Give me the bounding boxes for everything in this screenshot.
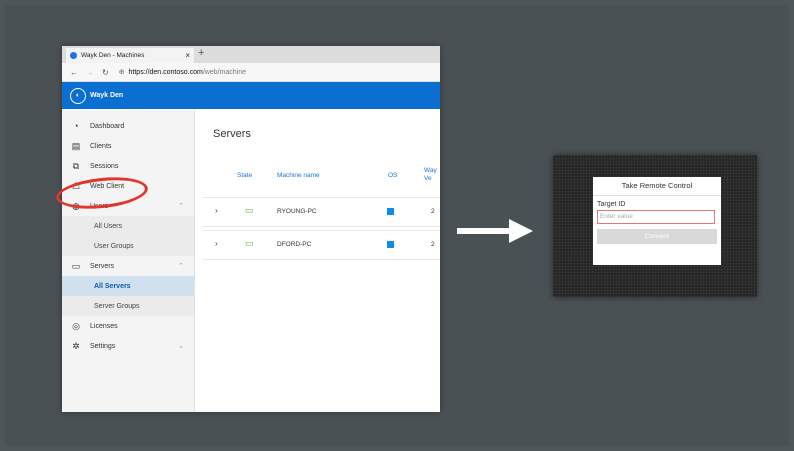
dashboard-icon: ◔ (73, 121, 79, 131)
expand-icon[interactable]: › (215, 239, 218, 248)
target-id-label: Target ID (597, 201, 626, 208)
wayk-logo-icon: ◐ (70, 87, 86, 104)
windows-icon (387, 208, 394, 215)
table-header: State Machine name OS Way Ve (195, 166, 440, 186)
tab-bar: Wayk Den - Machines × + (62, 46, 440, 63)
gear-icon: ✲ (72, 340, 80, 351)
dialog-title: Take Remote Control (593, 177, 721, 196)
url-path: /web/machine (202, 69, 247, 76)
expand-icon[interactable]: › (215, 206, 218, 215)
target-id-input[interactable]: Enter value (597, 210, 715, 224)
sidebar-item-user-groups[interactable]: User Groups (62, 236, 194, 256)
sidebar-item-licenses[interactable]: ◎ Licenses (62, 316, 194, 336)
column-header-state[interactable]: State (237, 172, 252, 179)
windows-icon (387, 241, 394, 248)
sidebar-item-settings[interactable]: ✲ Settings ⌄ (62, 336, 194, 356)
new-tab-button[interactable]: + (198, 47, 204, 59)
licenses-icon: ◎ (72, 320, 80, 331)
forward-icon[interactable]: → (86, 68, 94, 77)
sidebar-item-dashboard[interactable]: ◔ Dashboard (62, 116, 194, 136)
browser-tab[interactable]: Wayk Den - Machines × (66, 48, 194, 63)
sidebar-item-label: Licenses (90, 322, 118, 330)
tab-close-icon[interactable]: × (185, 51, 190, 60)
connect-button[interactable]: Connect (597, 229, 717, 244)
sidebar-item-sessions[interactable]: ⧉ Sessions (62, 156, 194, 176)
servers-icon: ▭ (71, 260, 81, 271)
url-field[interactable]: ⊕ https://den.contoso.com/web/machine (119, 68, 246, 76)
page-title: Servers (213, 128, 251, 140)
favicon-icon (70, 52, 77, 59)
sessions-icon: ⧉ (72, 160, 80, 171)
online-monitor-icon: ▭ (245, 238, 254, 248)
address-bar: ← → ↻ ⊕ https://den.contoso.com/web/mach… (62, 63, 440, 82)
tab-title: Wayk Den - Machines (81, 52, 145, 59)
sidebar-item-label: Servers (90, 262, 115, 270)
chevron-down-icon: ⌄ (178, 343, 184, 350)
online-monitor-icon: ▭ (245, 205, 254, 215)
sidebar-item-label: Sessions (90, 162, 119, 170)
take-remote-control-dialog: Take Remote Control Target ID Enter valu… (593, 177, 721, 265)
table-row[interactable]: › ▭ DFORD-PC 2 (203, 230, 440, 260)
column-header-version[interactable]: Way Ve (424, 167, 437, 183)
machine-name: DFORD-PC (277, 241, 312, 248)
sidebar-item-servers[interactable]: ▭ Servers ⌃ (62, 256, 194, 276)
arrow-right-icon (457, 219, 533, 243)
column-header-machine-name[interactable]: Machine name (277, 172, 320, 179)
app-header: ◐ Wayk Den (62, 82, 440, 109)
brand-name: Wayk Den (90, 92, 124, 99)
chevron-up-icon: ⌃ (178, 203, 184, 210)
browser-window: Wayk Den - Machines × + ← → ↻ ⊕ https://… (62, 46, 440, 412)
clients-icon: ▤ (71, 140, 81, 151)
sidebar-item-label: Settings (90, 342, 116, 350)
version-cell: 2 (431, 208, 435, 215)
sidebar-item-all-users[interactable]: All Users (62, 216, 194, 236)
sidebar-item-clients[interactable]: ▤ Clients (62, 136, 194, 156)
table-row[interactable]: › ▭ RYOUNG-PC 2 (203, 197, 440, 227)
remote-control-panel: Take Remote Control Target ID Enter valu… (553, 155, 757, 297)
main-content: Servers State Machine name OS Way Ve › ▭… (195, 110, 440, 412)
sidebar-item-server-groups[interactable]: Server Groups (62, 296, 194, 316)
column-header-os[interactable]: OS (388, 172, 397, 179)
chevron-up-icon: ⌃ (178, 263, 184, 270)
refresh-icon[interactable]: ↻ (102, 68, 109, 77)
sidebar-item-all-servers[interactable]: All Servers (62, 276, 194, 296)
version-cell: 2 (431, 241, 435, 248)
sidebar-item-label: Clients (90, 142, 112, 150)
back-icon[interactable]: ← (70, 68, 78, 77)
machine-name: RYOUNG-PC (277, 208, 317, 215)
url-host: https://den.contoso.com (128, 69, 203, 76)
sidebar: ◔ Dashboard ▤ Clients ⧉ Sessions ☖ Web Clien… (62, 110, 195, 412)
sidebar-item-label: Dashboard (90, 122, 125, 130)
